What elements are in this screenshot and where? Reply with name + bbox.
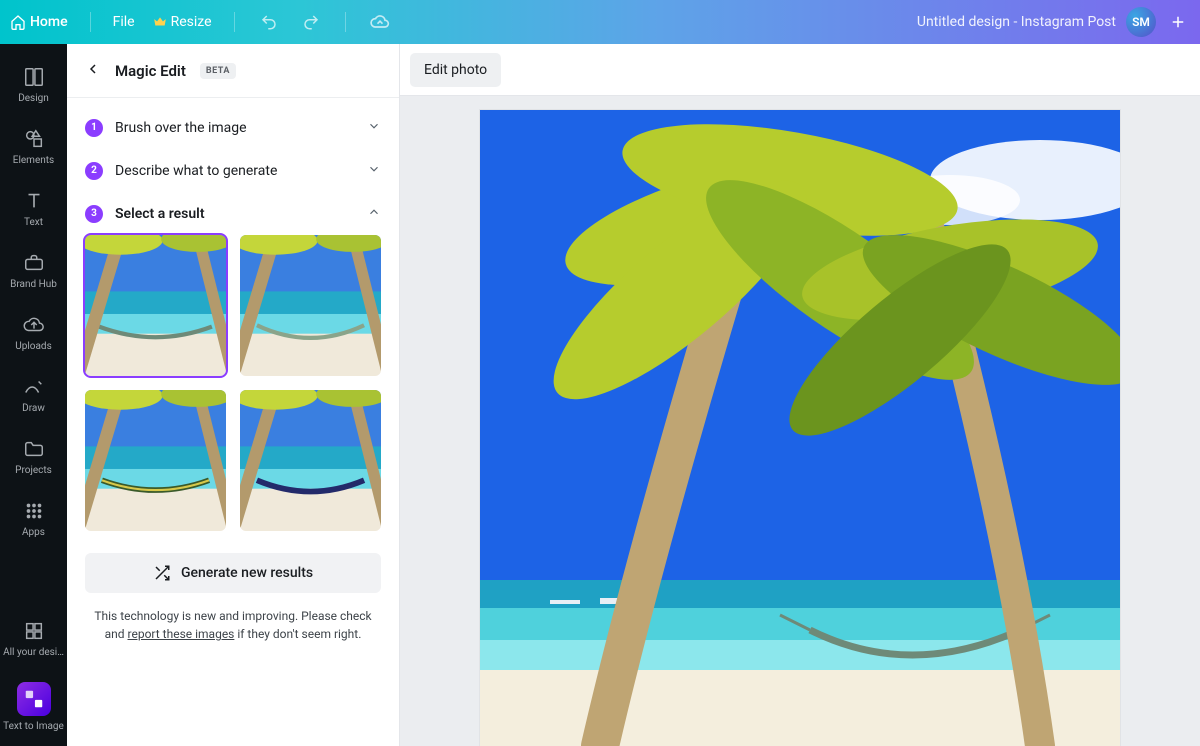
grid-icon — [23, 500, 45, 522]
edit-photo-button[interactable]: Edit photo — [410, 53, 501, 87]
avatar[interactable]: SM — [1126, 7, 1156, 37]
panel-title: Magic Edit — [115, 62, 186, 80]
step-describe[interactable]: 2 Describe what to generate — [85, 149, 381, 192]
redo-icon — [302, 13, 320, 31]
add-button[interactable] — [1166, 10, 1190, 34]
step-number: 2 — [85, 162, 103, 180]
step-number: 1 — [85, 119, 103, 137]
text-to-image-icon — [23, 688, 45, 710]
shuffle-icon — [153, 564, 171, 582]
shapes-icon — [23, 128, 45, 150]
disclaimer-text: This technology is new and improving. Pl… — [67, 607, 399, 659]
step-label: Brush over the image — [115, 120, 247, 136]
step-brush[interactable]: 1 Brush over the image — [85, 106, 381, 149]
file-menu[interactable]: File — [113, 14, 135, 30]
results-grid — [67, 235, 399, 547]
resize-menu[interactable]: Resize — [153, 14, 212, 30]
home-icon — [10, 14, 26, 30]
chevron-down-icon — [367, 118, 381, 137]
step-select-result[interactable]: 3 Select a result — [85, 192, 381, 235]
text-icon — [23, 190, 45, 212]
generate-new-results-button[interactable]: Generate new results — [85, 553, 381, 593]
report-images-link[interactable]: report these images — [128, 627, 235, 641]
step-label: Select a result — [115, 206, 205, 222]
generate-button-label: Generate new results — [181, 565, 313, 581]
plus-icon — [1169, 13, 1187, 31]
result-thumb-1[interactable] — [85, 235, 226, 376]
canvas-area: Edit photo — [400, 44, 1200, 746]
home-label: Home — [30, 14, 68, 30]
rail-design[interactable]: Design — [0, 56, 67, 118]
upload-icon — [23, 314, 45, 336]
artboard[interactable] — [480, 110, 1120, 746]
beta-badge: BETA — [200, 63, 236, 79]
briefcase-icon — [23, 252, 45, 274]
step-label: Describe what to generate — [115, 163, 277, 179]
rail-draw[interactable]: Draw — [0, 366, 67, 428]
rail-brandhub[interactable]: Brand Hub — [0, 242, 67, 304]
step-number: 3 — [85, 205, 103, 223]
rail-text-to-image[interactable]: Text to Image — [0, 672, 67, 746]
draw-icon — [23, 376, 45, 398]
crown-icon — [153, 15, 167, 29]
canvas-toolbar: Edit photo — [400, 44, 1200, 96]
result-thumb-4[interactable] — [240, 390, 381, 531]
rail-apps[interactable]: Apps — [0, 490, 67, 552]
rail-text[interactable]: Text — [0, 180, 67, 242]
cloud-icon — [370, 12, 390, 32]
redo-button[interactable] — [299, 10, 323, 34]
chevron-left-icon — [85, 61, 101, 77]
panel-back-button[interactable] — [85, 61, 101, 81]
layout-icon — [23, 66, 45, 88]
rail-elements[interactable]: Elements — [0, 118, 67, 180]
home-button[interactable]: Home — [10, 14, 68, 30]
folder-icon — [23, 438, 45, 460]
rail-allyourdesigns[interactable]: All your desi… — [0, 610, 67, 672]
allyour-icon — [23, 620, 45, 642]
chevron-down-icon — [367, 161, 381, 180]
nav-rail: Design Elements Text Brand Hub Uploads D… — [0, 44, 67, 746]
magic-edit-panel: Magic Edit BETA 1 Brush over the image 2… — [67, 44, 400, 746]
chevron-up-icon — [367, 204, 381, 223]
rail-uploads[interactable]: Uploads — [0, 304, 67, 366]
topbar: Home File Resize Untitled design - Insta… — [0, 0, 1200, 44]
rail-projects[interactable]: Projects — [0, 428, 67, 490]
result-thumb-2[interactable] — [240, 235, 381, 376]
undo-icon — [260, 13, 278, 31]
design-title[interactable]: Untitled design - Instagram Post — [917, 14, 1116, 30]
result-thumb-3[interactable] — [85, 390, 226, 531]
undo-button[interactable] — [257, 10, 281, 34]
cloud-sync-button[interactable] — [368, 10, 392, 34]
